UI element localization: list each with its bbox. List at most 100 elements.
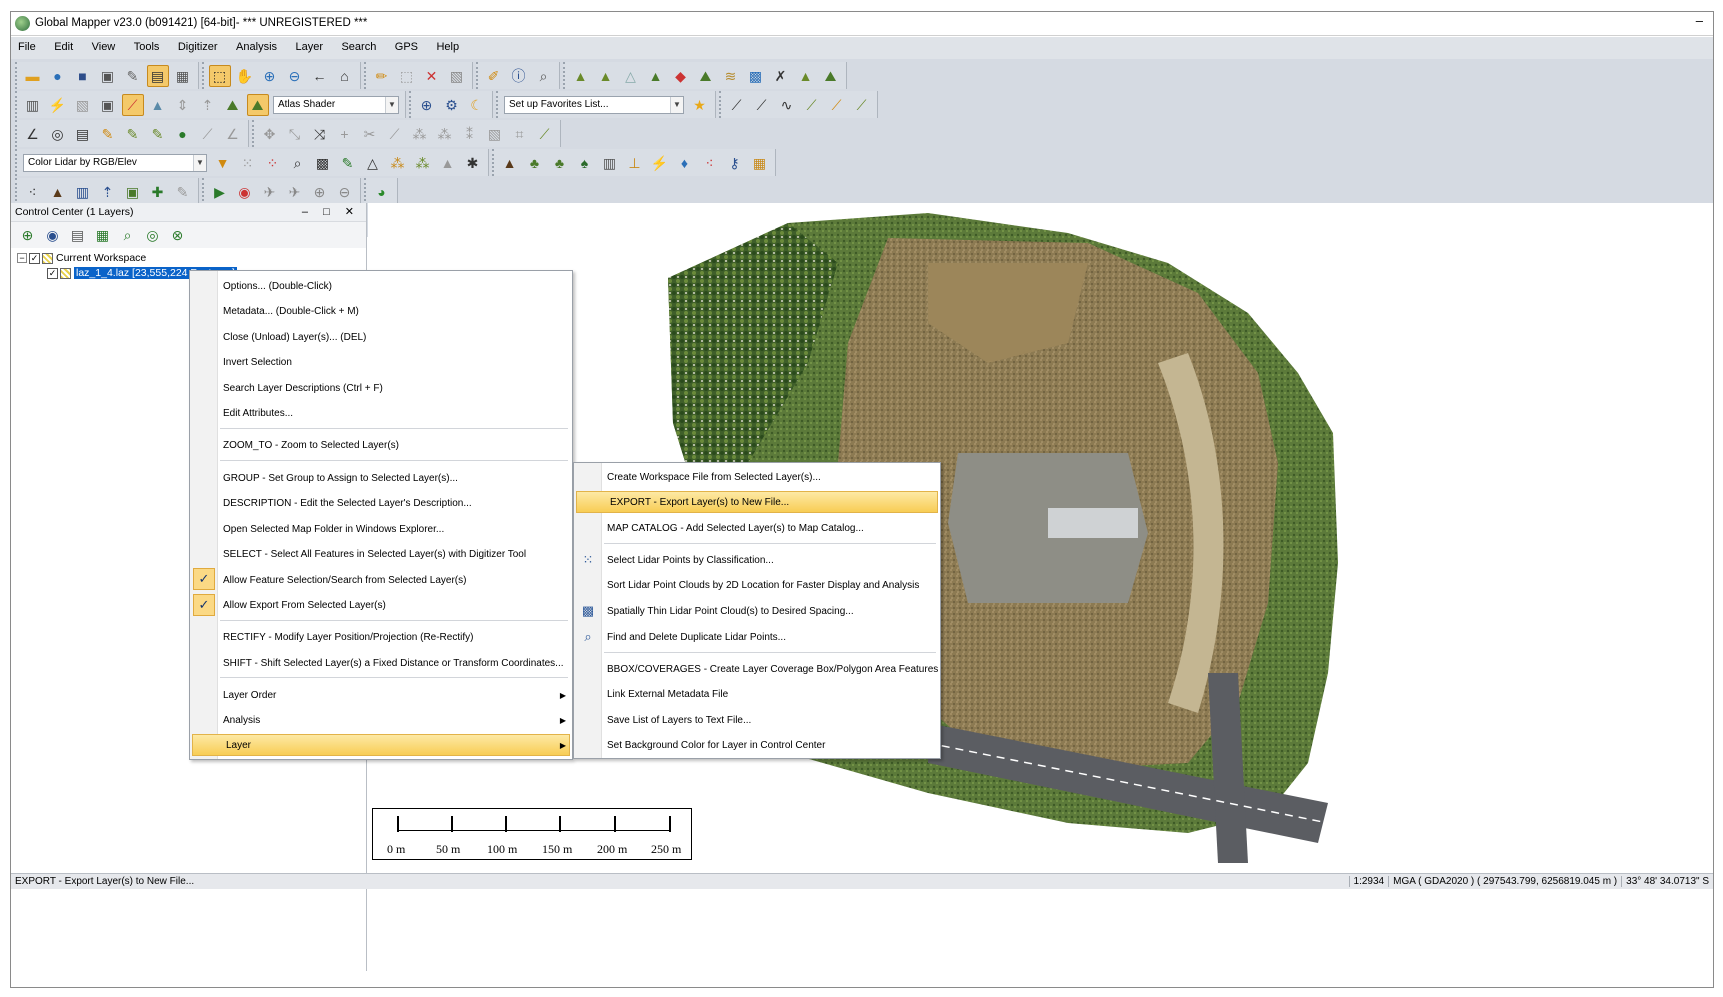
edit-vertex-icon[interactable]: ⟋ — [197, 123, 219, 145]
line-dot-icon[interactable]: ⟋ — [726, 94, 748, 116]
select-tool-icon[interactable]: ⬚ — [208, 64, 231, 87]
feature-group-icon[interactable]: ● — [172, 123, 194, 145]
shade-mountain-icon[interactable]: ⛰ — [222, 94, 244, 116]
chevron-down-icon[interactable]: ▼ — [385, 96, 398, 113]
terrain-icon-4[interactable]: ▲ — [645, 65, 667, 87]
cross-icon[interactable]: + — [334, 123, 356, 145]
low-veg-icon[interactable]: ♣ — [524, 152, 546, 174]
submenu-item-delete-duplicates[interactable]: Find and Delete Duplicate Lidar Points..… — [574, 626, 940, 648]
pan-hand-icon[interactable]: ✋ — [234, 65, 256, 87]
submenu-item-create-workspace[interactable]: Create Workspace File from Selected Laye… — [574, 466, 940, 488]
ground-class-icon[interactable]: ▲ — [499, 152, 521, 174]
star-icon[interactable]: ★ — [689, 94, 711, 116]
menu-item-search-descriptions[interactable]: Search Layer Descriptions (Ctrl + F) — [190, 377, 572, 399]
view-shed-icon[interactable]: ◆ — [670, 65, 692, 87]
moon-icon[interactable]: ☾ — [466, 94, 488, 116]
menu-view[interactable]: View — [85, 37, 123, 59]
smooth-icon[interactable]: ⁂ — [434, 123, 456, 145]
vertical-exag-icon[interactable]: ⇕ — [172, 94, 194, 116]
menu-tools[interactable]: Tools — [127, 37, 167, 59]
puzzle-icon[interactable]: ✚ — [147, 181, 169, 203]
edit-box-icon[interactable]: ▧ — [446, 65, 468, 87]
water-icon[interactable]: ♦ — [674, 152, 696, 174]
menu-search[interactable]: Search — [334, 37, 383, 59]
key-icon[interactable]: ⚷ — [724, 152, 746, 174]
pixels-to-points-icon[interactable]: ◕ — [371, 181, 393, 203]
online-globe-icon[interactable]: ⊕ — [416, 94, 438, 116]
noise-icon[interactable]: ⁂ — [412, 152, 434, 174]
control-center-icon[interactable]: ▤ — [146, 64, 169, 87]
line-of-sight-icon[interactable]: ✗ — [770, 65, 792, 87]
add-waypoint-icon[interactable]: ⊕ — [309, 181, 331, 203]
wrench-icon[interactable]: ✎ — [122, 65, 144, 87]
triangle-icon[interactable]: △ — [362, 152, 384, 174]
shader-select[interactable]: Atlas Shader ▼ — [273, 95, 399, 114]
contour-icon[interactable]: ≋ — [720, 65, 742, 87]
home-icon[interactable]: ⌂ — [334, 65, 356, 87]
config-icon[interactable]: ▣ — [97, 65, 119, 87]
cut-fill-icon[interactable]: ▲ — [795, 65, 817, 87]
noise-class-icon[interactable]: ⁖ — [699, 152, 721, 174]
draw-area-icon[interactable]: ✎ — [97, 123, 119, 145]
submenu-item-link-metadata[interactable]: Link External Metadata File — [574, 683, 940, 705]
fly-icon[interactable]: ✈ — [259, 181, 281, 203]
select-points-icon[interactable]: ⁘ — [262, 152, 284, 174]
point-grid-icon[interactable]: ⁙ — [237, 152, 259, 174]
submenu-item-thin-lidar[interactable]: Spatially Thin Lidar Point Cloud(s) to D… — [574, 600, 940, 622]
search-points-icon[interactable]: ⌕ — [287, 152, 309, 174]
building-icon[interactable]: ▥ — [599, 152, 621, 174]
zoom-in-icon[interactable]: ⊕ — [259, 65, 281, 87]
save-icon[interactable]: ■ — [72, 65, 94, 87]
dotted-select-icon[interactable]: ⬚ — [396, 65, 418, 87]
minimize-button[interactable]: – — [1696, 13, 1703, 28]
brush-icon[interactable]: ✎ — [172, 181, 194, 203]
terrain-icon-3[interactable]: △ — [620, 65, 642, 87]
menu-item-description[interactable]: DESCRIPTION - Edit the Selected Layer's … — [190, 492, 572, 514]
eye-icon[interactable]: ◉ — [42, 224, 64, 246]
remove-waypoint-icon[interactable]: ⊖ — [334, 181, 356, 203]
close-layer-icon[interactable]: ⊗ — [167, 224, 189, 246]
buffer-icon[interactable]: ▧ — [484, 123, 506, 145]
favorites-select[interactable]: Set up Favorites List... ▼ — [504, 95, 684, 114]
menu-item-allow-selection[interactable]: Allow Feature Selection/Search from Sele… — [190, 569, 572, 591]
draw-line-icon[interactable]: ✎ — [122, 123, 144, 145]
menu-item-layer-order[interactable]: Layer Order — [190, 684, 572, 706]
terrain-icon-2[interactable]: ▲ — [595, 65, 617, 87]
layer-stack-icon[interactable]: ▦ — [92, 224, 114, 246]
menu-help[interactable]: Help — [429, 37, 466, 59]
chevron-down-icon[interactable]: ▼ — [193, 154, 206, 171]
med-veg-icon[interactable]: ♣ — [549, 152, 571, 174]
zoom-layer-icon[interactable]: ⊕ — [17, 224, 39, 246]
elevation-grid-icon[interactable]: ▲ — [147, 94, 169, 116]
path-icon[interactable]: ✈ — [284, 181, 306, 203]
split-area-icon[interactable]: ⌗ — [509, 123, 531, 145]
line-edit-icon[interactable]: ⟋ — [851, 94, 873, 116]
info-icon[interactable]: ⓘ — [508, 65, 530, 87]
menu-edit[interactable]: Edit — [47, 37, 80, 59]
menu-item-close-layer[interactable]: Close (Unload) Layer(s)... (DEL) — [190, 326, 572, 348]
menu-item-shift[interactable]: SHIFT - Shift Selected Layer(s) a Fixed … — [190, 652, 572, 674]
play-icon[interactable]: ▶ — [209, 181, 231, 203]
split-line-icon[interactable]: ⟋ — [384, 123, 406, 145]
pipe-icon[interactable]: ⟋ — [534, 123, 556, 145]
open-folder-icon[interactable]: ▬ — [22, 65, 44, 87]
3d-view-icon[interactable]: ⛰ — [820, 65, 842, 87]
dim-icon[interactable]: ⇡ — [197, 94, 219, 116]
circle-measure-icon[interactable]: ◎ — [47, 123, 69, 145]
menu-item-select-all[interactable]: SELECT - Select All Features in Selected… — [190, 543, 572, 565]
display-icon[interactable]: ▣ — [122, 181, 144, 203]
submenu-item-export[interactable]: EXPORT - Export Layer(s) to New File... — [576, 491, 938, 513]
submenu-item-map-catalog[interactable]: MAP CATALOG - Add Selected Layer(s) to M… — [574, 517, 940, 539]
3d-box-icon[interactable]: ▣ — [97, 94, 119, 116]
submenu-item-sort-lidar[interactable]: Sort Lidar Point Clouds by 2D Location f… — [574, 574, 940, 596]
upload-icon[interactable]: ⇡ — [97, 181, 119, 203]
line-draw-icon[interactable]: ⟋ — [751, 94, 773, 116]
mountain-icon[interactable]: ▲ — [47, 181, 69, 203]
hillshade-toggle-icon[interactable]: ⟋ — [121, 93, 144, 116]
menu-item-metadata[interactable]: Metadata... (Double-Click + M) — [190, 300, 572, 322]
gear-icon[interactable]: ⚙ — [441, 94, 463, 116]
menu-analysis[interactable]: Analysis — [229, 37, 284, 59]
thin-points-icon[interactable]: ▩ — [312, 152, 334, 174]
powerline-icon[interactable]: ⚡ — [649, 152, 671, 174]
workspace-node[interactable]: − ✓ Current Workspace — [17, 252, 146, 264]
